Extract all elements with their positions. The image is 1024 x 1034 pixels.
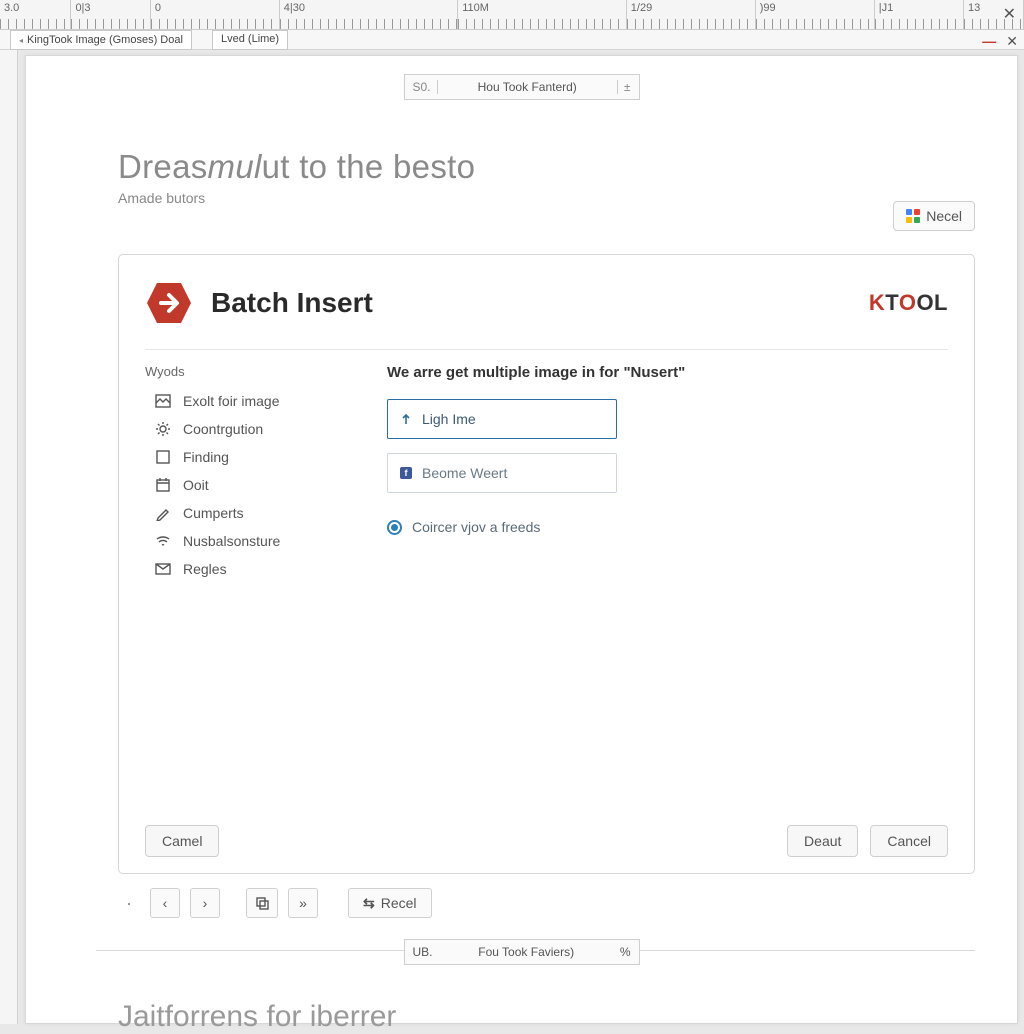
window-close-icon[interactable]: ✕ [1006,33,1018,50]
batch-insert-panel: Batch Insert KTOOL Wyods Exolt foir imag… [118,254,975,874]
calendar-icon [155,477,171,493]
deaut-button[interactable]: Deaut [787,825,858,857]
sidebar-item-nusbalsonsture[interactable]: Nusbalsonsture [145,527,365,555]
camel-button[interactable]: Camel [145,825,219,857]
mail-icon [155,561,171,577]
close-icon[interactable]: ✕ [1003,4,1016,24]
settings-icon [155,421,171,437]
brand-logo: KTOOL [869,290,948,316]
pager-recel-button[interactable]: ⇆ Recel [348,888,432,918]
pager-copy-icon[interactable] [246,888,278,918]
pill-label: Hou Took Fanterd) [478,80,577,94]
sidebar-item-cumperts[interactable]: Cumperts [145,499,365,527]
cancel-button[interactable]: Cancel [870,825,948,857]
main-heading: We arre get multiple image in for "Nuser… [387,364,948,381]
swap-icon: ⇆ [363,895,375,912]
footer-heading: Jaitforrens for iberrer [118,1000,396,1034]
pill-trail: ± [617,80,631,94]
arrow-hex-icon [145,279,193,327]
square-badge-icon: f [400,467,412,479]
document-subtitle: Amade butors [118,190,1017,206]
document-tab-second[interactable]: Lved (Lime) [212,30,288,50]
radio-checked-icon [387,520,402,535]
option-beome-weert[interactable]: f Beome Weert [387,453,617,493]
window-minimize-icon[interactable]: — [982,33,996,50]
sidebar-item-coontrgution[interactable]: Coontrgution [145,415,365,443]
pager-next[interactable]: › [190,888,220,918]
square-icon [155,449,171,465]
pager-prev[interactable]: ‹ [150,888,180,918]
document-tab-main[interactable]: ◂ KingTook Image (Gmoses) Doal [10,30,192,50]
ruler-top: 3.0 0|3 0 4|30 110M 1/29 )99 |J1 13 ✕ [0,0,1024,30]
panel-title: Batch Insert [211,287,373,319]
radio-coircer[interactable]: Coircer vjov a freeds [387,519,948,535]
edit-icon [155,505,171,521]
pill-trail: % [620,945,631,959]
pager: · ‹ › » ⇆ Recel [118,888,432,918]
sidebar-item-exolt[interactable]: Exolt foir image [145,387,365,415]
pill-label: Fou Took Faviers) [478,945,574,959]
sidebar: Wyods Exolt foir image Coontrgution Find… [145,364,365,794]
document-title: Dreasmulut to the besto [118,148,1017,186]
footer-field-pill[interactable]: UB. Fou Took Faviers) % [404,939,640,965]
necel-button[interactable]: Necel [893,201,975,231]
ruler-left [0,50,18,1024]
wifi-icon [155,533,171,549]
pager-dot: · [118,888,140,918]
panel-main: We arre get multiple image in for "Nuser… [365,364,948,794]
pill-lead: S0. [413,80,438,94]
option-ligh-ime[interactable]: Ligh Ime [387,399,617,439]
document-page: S0. Hou Took Fanterd) ± Dreasmulut to th… [25,55,1018,1024]
pill-lead: UB. [413,945,433,959]
sidebar-header: Wyods [145,364,365,379]
header-field-pill[interactable]: S0. Hou Took Fanterd) ± [404,74,640,100]
sidebar-item-finding[interactable]: Finding [145,443,365,471]
color-grid-icon [906,209,920,223]
pager-fast-forward[interactable]: » [288,888,318,918]
arrow-up-icon [400,413,412,425]
image-box-icon [155,393,171,409]
sidebar-item-regles[interactable]: Regles [145,555,365,583]
sidebar-item-ooit[interactable]: Ooit [145,471,365,499]
